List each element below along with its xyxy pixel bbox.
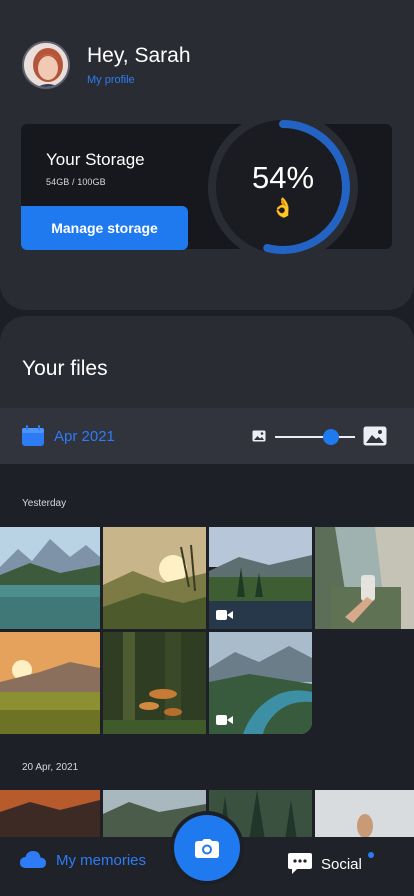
video-icon <box>216 610 233 620</box>
thumbnail-size-slider[interactable] <box>275 436 355 438</box>
camera-button[interactable] <box>174 815 240 881</box>
storage-percent: 54% <box>251 160 315 195</box>
video-icon <box>216 715 233 725</box>
nav-memories-label: My memories <box>56 851 147 869</box>
photo-thumbnail[interactable] <box>0 632 100 734</box>
nav-my-memories[interactable]: My memories <box>20 851 146 869</box>
photo-thumbnail[interactable] <box>103 632 206 734</box>
storage-title: Your Storage <box>46 150 145 169</box>
section-label: Yesterday <box>22 498 67 509</box>
chat-icon <box>288 853 312 874</box>
photo-thumbnail[interactable] <box>0 527 100 629</box>
video-thumbnail[interactable] <box>209 527 312 629</box>
my-profile-link[interactable]: My profile <box>87 74 135 86</box>
camera-icon <box>195 838 219 858</box>
greeting-text: Hey, Sarah <box>87 44 191 67</box>
storage-usage: 54GB / 100GB <box>46 177 106 187</box>
notification-dot <box>368 852 374 858</box>
month-selector[interactable]: Apr 2021 <box>54 428 115 445</box>
nav-social[interactable]: Social <box>288 853 362 875</box>
image-large-icon[interactable] <box>363 426 387 446</box>
photo-thumbnail[interactable] <box>0 790 100 840</box>
photo-thumbnail[interactable] <box>103 527 206 629</box>
photo-thumbnail[interactable] <box>315 527 414 629</box>
calendar-icon[interactable] <box>21 425 45 447</box>
nav-social-label: Social <box>321 855 362 873</box>
storage-gauge: 54% 👌 <box>208 112 358 262</box>
slider-handle[interactable] <box>323 429 339 445</box>
avatar[interactable] <box>22 41 70 89</box>
ok-hand-icon: 👌 <box>271 198 295 219</box>
files-title: Your files <box>22 357 108 380</box>
photo-thumbnail[interactable] <box>315 790 414 840</box>
video-thumbnail[interactable] <box>209 632 312 734</box>
files-filter-bar: Apr 2021 <box>0 408 414 464</box>
image-small-icon[interactable] <box>252 430 266 442</box>
cloud-icon <box>20 851 46 868</box>
manage-storage-button[interactable]: Manage storage <box>21 206 188 250</box>
section-label: 20 Apr, 2021 <box>22 762 79 773</box>
